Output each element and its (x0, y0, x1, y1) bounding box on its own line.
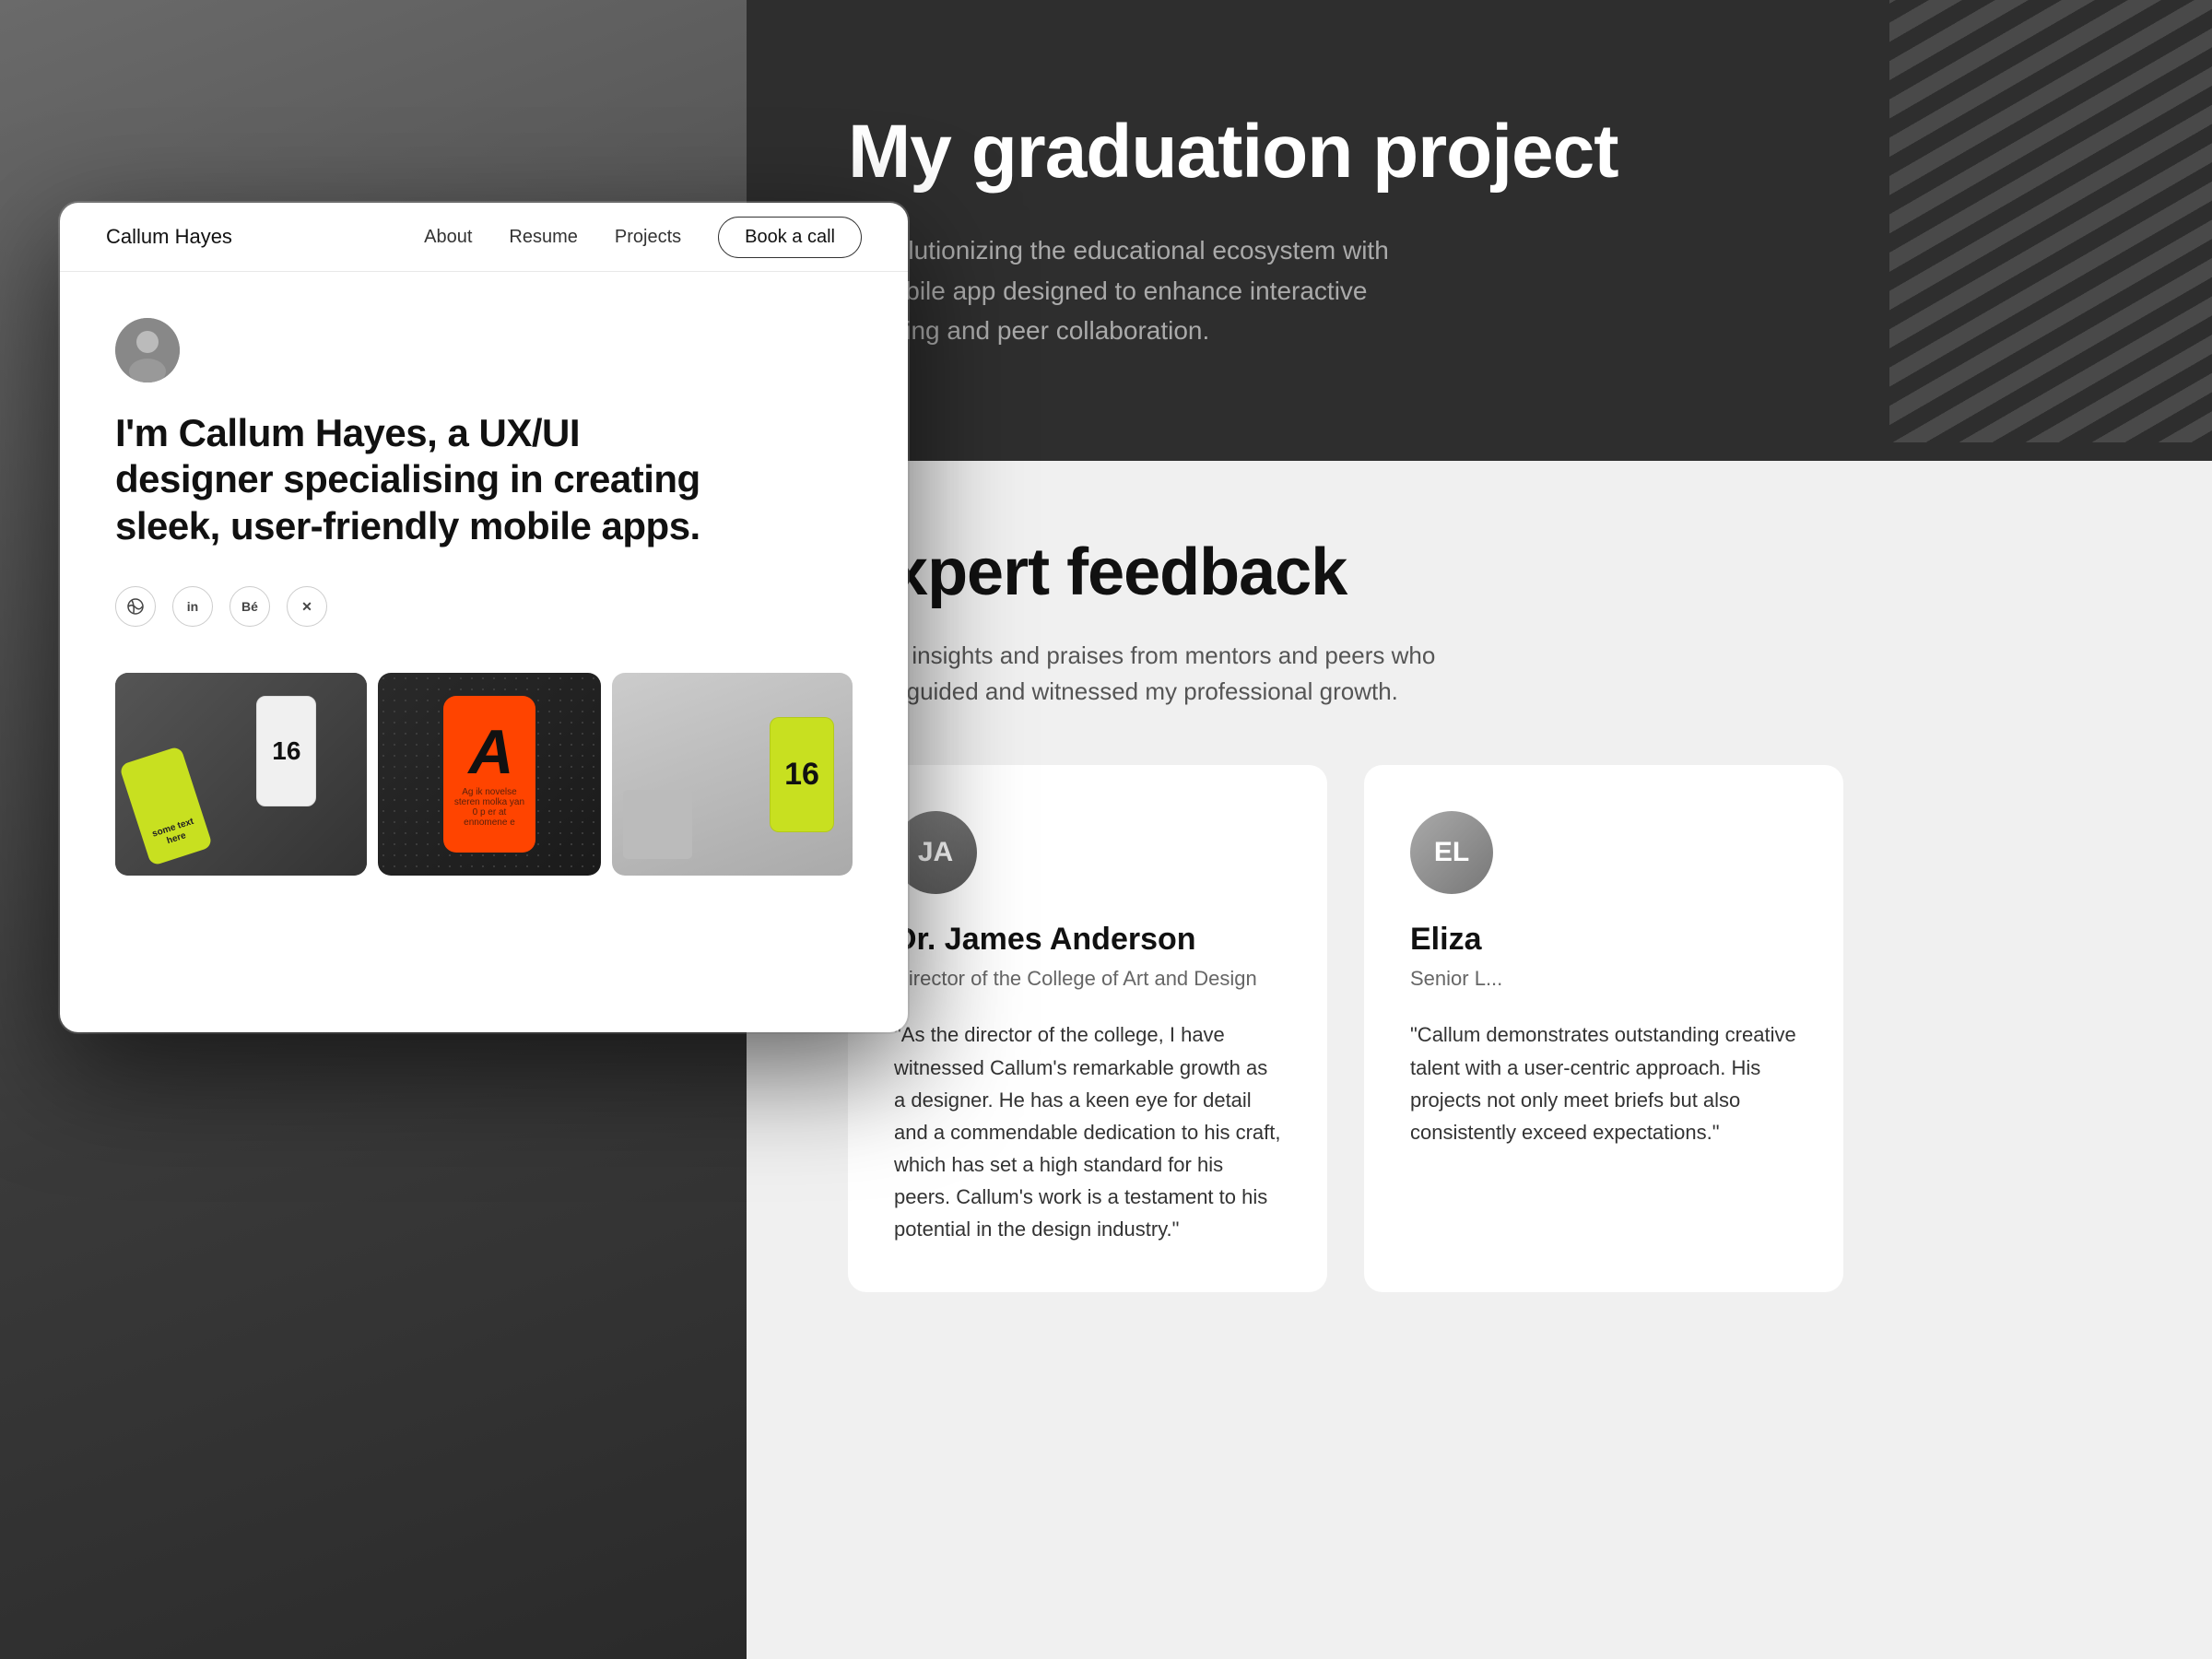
testimonials-row: JA Dr. James Anderson Director of the Co… (848, 765, 2111, 1291)
twitter-x-icon: ✕ (301, 599, 312, 615)
dribbble-icon-button[interactable] (115, 586, 156, 627)
linkedin-icon-button[interactable]: in (172, 586, 213, 627)
graduation-project-section: My graduation project Revolutionizing th… (747, 0, 2212, 461)
testimonial-role-1: Director of the College of Art and Desig… (894, 967, 1281, 991)
phone-yellow-2-mockup: 16 (770, 717, 834, 832)
graduation-project-desc: Revolutionizing the educational ecosyste… (848, 230, 1401, 350)
behance-icon-button[interactable]: Bé (229, 586, 270, 627)
project-image-1[interactable]: 16 some text here (115, 673, 367, 876)
nav-bar: Callum Hayes About Resume Projects Book … (60, 203, 908, 272)
testimonial-text-2: "Callum demonstrates outstanding creativ… (1410, 1018, 1797, 1148)
concrete-block-prop (623, 790, 692, 859)
testimonial-name-1: Dr. James Anderson (894, 922, 1281, 958)
main-content: I'm Callum Hayes, a UX/UI designer speci… (60, 272, 908, 912)
hero-title: I'm Callum Hayes, a UX/UI designer speci… (115, 410, 742, 549)
testimonial-card-1: JA Dr. James Anderson Director of the Co… (848, 765, 1327, 1291)
project-image-2[interactable]: A Ag ik novelse steren molka yan 0 p er … (378, 673, 600, 876)
nav-link-projects[interactable]: Projects (615, 227, 681, 248)
social-icons-row: in Bé ✕ (115, 586, 853, 627)
right-panel: My graduation project Revolutionizing th… (747, 0, 2212, 1659)
expert-feedback-desc: Read insights and praises from mentors a… (848, 638, 1493, 710)
nav-links: About Resume Projects Book a call (424, 217, 862, 258)
nav-logo: Callum Hayes (106, 225, 232, 249)
avatar-placeholder-eliza: EL (1410, 811, 1493, 894)
nav-link-resume[interactable]: Resume (509, 227, 577, 248)
stripes-decoration (1889, 0, 2212, 442)
phone-white-mockup: 16 (256, 696, 316, 806)
expert-feedback-section: Expert feedback Read insights and praise… (747, 461, 2212, 1659)
testimonial-role-2: Senior L... (1410, 967, 1797, 991)
testimonial-text-1: "As the director of the college, I have … (894, 1018, 1281, 1245)
twitter-icon-button[interactable]: ✕ (287, 586, 327, 627)
testimonial-name-2: Eliza (1410, 922, 1797, 958)
expert-feedback-title: Expert feedback (848, 535, 2111, 610)
profile-avatar (115, 318, 180, 382)
project-images-grid: 16 some text here A Ag ik novelse steren… (115, 673, 853, 876)
linkedin-icon: in (187, 599, 198, 614)
project-image-3[interactable]: 16 (612, 673, 853, 876)
book-call-button[interactable]: Book a call (718, 217, 862, 258)
nav-link-about[interactable]: About (424, 227, 472, 248)
phone-orange-mockup: A Ag ik novelse steren molka yan 0 p er … (443, 696, 535, 853)
behance-icon: Bé (241, 599, 258, 614)
browser-window: Callum Hayes About Resume Projects Book … (60, 203, 908, 1032)
avatar-eliza: EL (1410, 811, 1493, 894)
testimonial-card-2: EL Eliza Senior L... "Callum demonstrate… (1364, 765, 1843, 1291)
